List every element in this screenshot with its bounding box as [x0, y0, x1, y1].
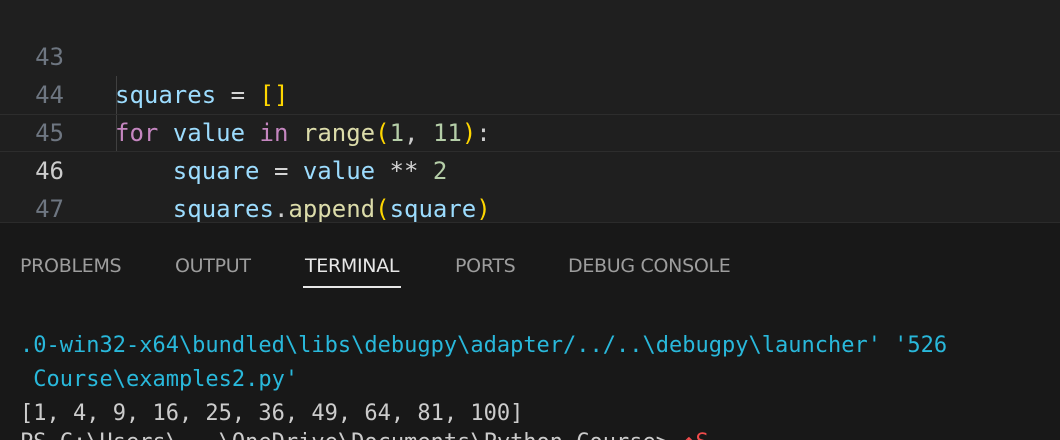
code-line-43[interactable]: 43 squares = [] — [0, 0, 1060, 109]
terminal-launcher-line: .0-win32-x64\bundled\libs\debugpy\adapte… — [20, 333, 948, 358]
terminal-prompt-line[interactable]: PS C:\Users\...\OneDrive\Documents\Pytho… — [20, 427, 709, 440]
tab-debug-console[interactable]: DEBUG CONSOLE — [568, 255, 731, 285]
tab-label: TERMINAL — [305, 255, 400, 277]
code-line-45[interactable]: 45 square = value ** 2 — [0, 76, 1060, 185]
code-token: append — [288, 195, 376, 222]
code-token: ) — [476, 195, 491, 222]
tab-label: PORTS — [455, 255, 516, 277]
code-line-44[interactable]: 44 for value in range(1, 11): — [0, 38, 1060, 147]
terminal-prompt: PS C:\Users\...\OneDrive\Documents\Pytho… — [20, 430, 682, 440]
tab-problems[interactable]: PROBLEMS — [20, 255, 122, 285]
tab-label: OUTPUT — [175, 255, 251, 277]
terminal-output[interactable]: .0-win32-x64\bundled\libs\debugpy\adapte… — [0, 323, 1060, 440]
tab-ports[interactable]: PORTS — [455, 255, 516, 285]
code-text: squares.append(square) — [115, 190, 491, 222]
active-tab-indicator — [303, 286, 402, 288]
tab-label: PROBLEMS — [20, 255, 122, 277]
code-line-46[interactable]: 46 squares.append(square) — [0, 114, 1060, 222]
terminal-error-marker: ↑S — [682, 430, 709, 440]
line-number: 47 — [35, 195, 64, 222]
panel-tab-bar: PROBLEMS OUTPUT TERMINAL PORTS DEBUG CON… — [0, 223, 1060, 293]
terminal-result-line: [1, 4, 9, 16, 25, 36, 49, 64, 81, 100] — [20, 401, 524, 426]
code-token: squares — [172, 195, 274, 222]
tab-output[interactable]: OUTPUT — [175, 255, 251, 285]
tab-label: DEBUG CONSOLE — [568, 255, 731, 277]
code-line-47[interactable]: 47 print(squares) — [0, 152, 1060, 222]
code-token: square — [389, 195, 477, 222]
code-token: . — [273, 195, 289, 222]
tab-terminal[interactable]: TERMINAL — [303, 255, 402, 288]
code-token: ( — [375, 195, 390, 222]
bottom-panel: PROBLEMS OUTPUT TERMINAL PORTS DEBUG CON… — [0, 222, 1060, 440]
terminal-script-line: Course\examples2.py' — [20, 367, 299, 392]
code-editor[interactable]: 43 squares = [] 44 for value in range(1,… — [0, 0, 1060, 222]
